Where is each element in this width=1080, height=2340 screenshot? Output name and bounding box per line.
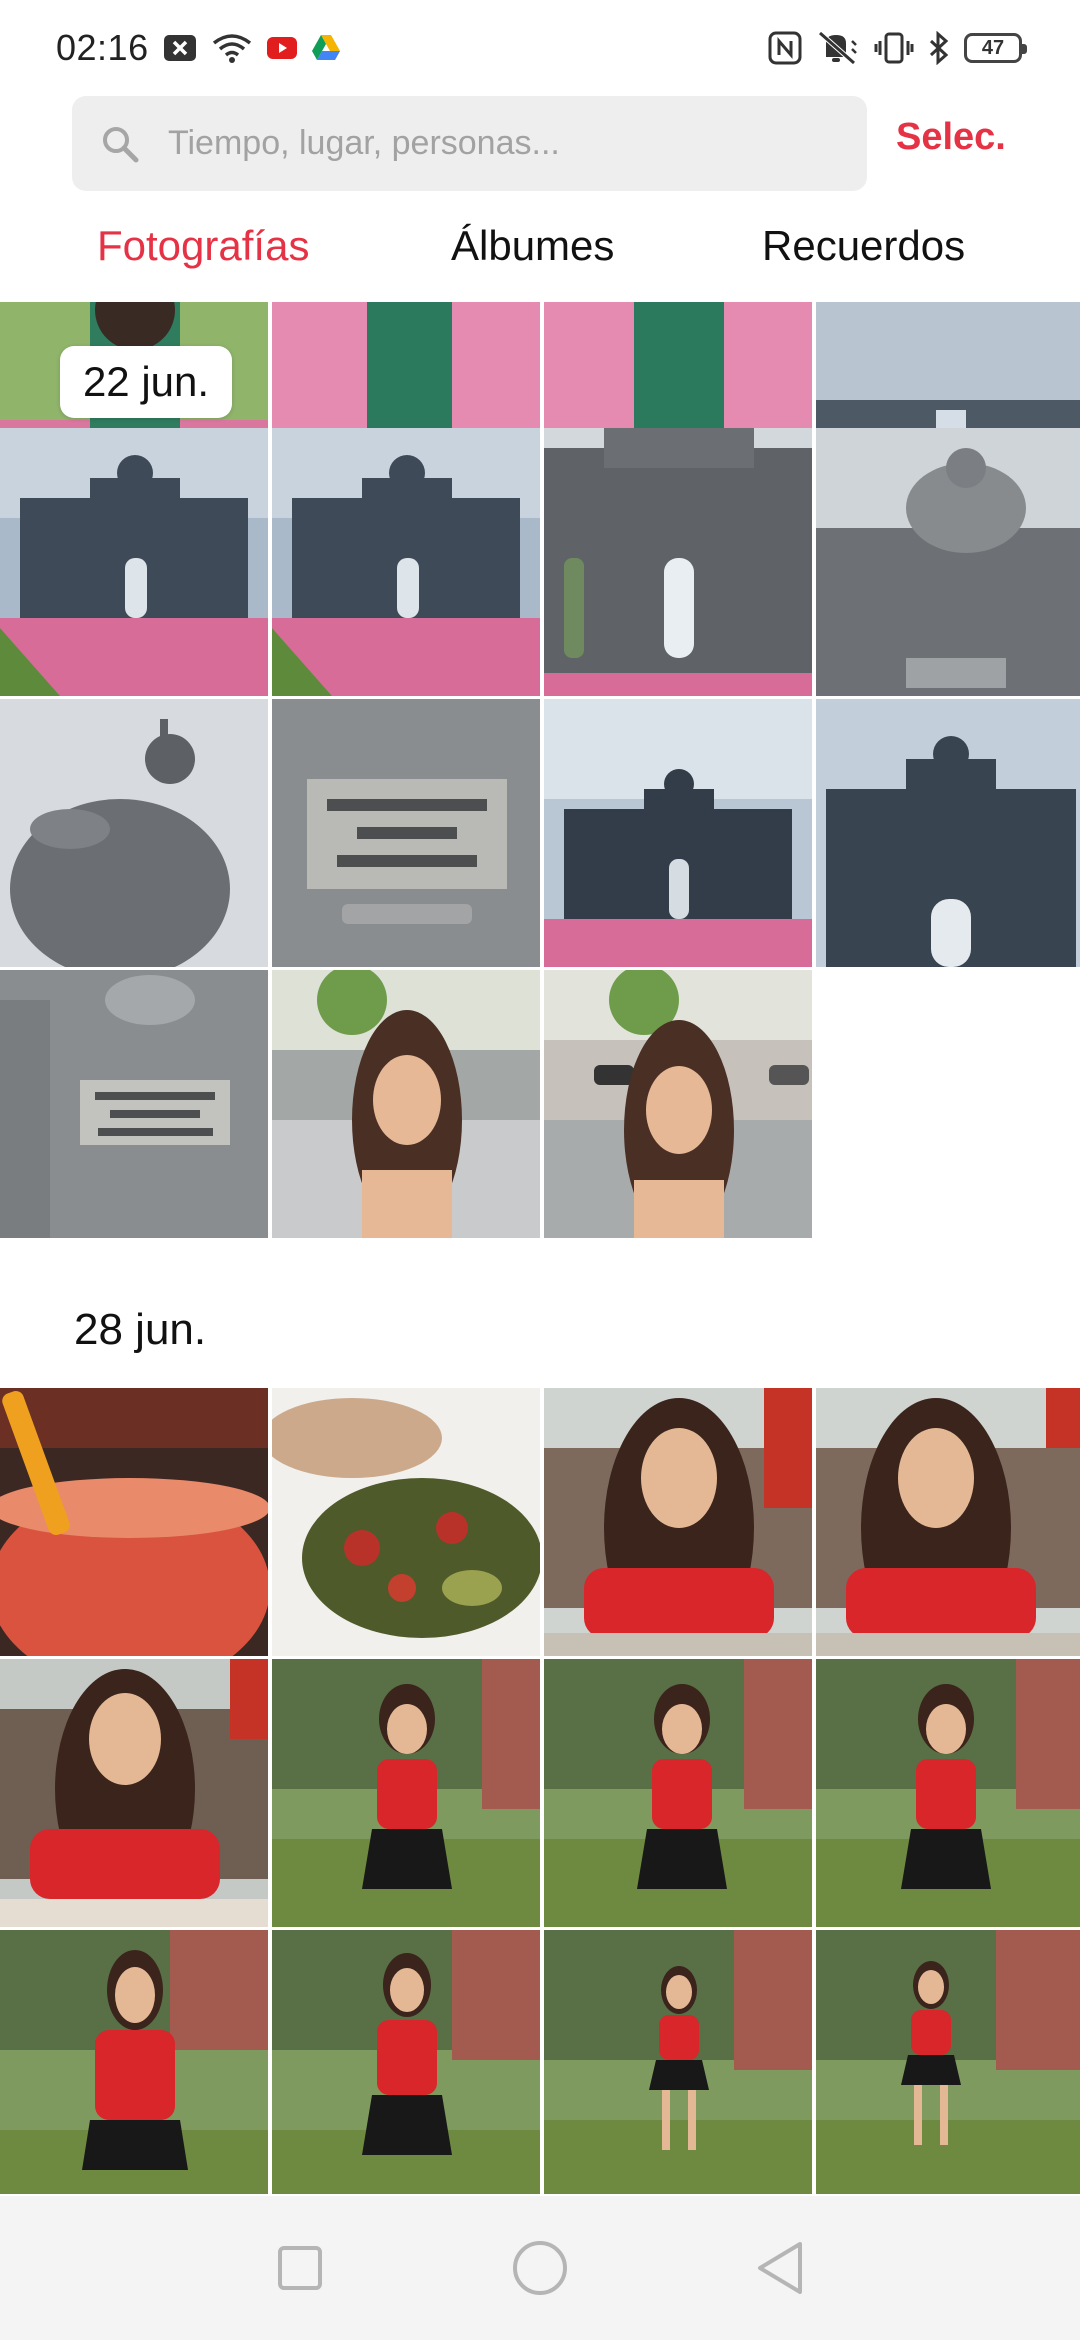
photo-thumbnail[interactable] [272, 428, 540, 696]
nfc-icon [768, 31, 802, 65]
wifi-icon [211, 32, 253, 64]
date-chip: 22 jun. [60, 346, 232, 418]
photo-thumbnail[interactable] [544, 1388, 812, 1656]
drive-icon [311, 34, 341, 62]
photo-thumbnail[interactable] [816, 428, 1080, 696]
system-nav-bar [0, 2196, 1080, 2340]
tab-albums[interactable]: Álbumes [451, 222, 614, 270]
back-button[interactable] [750, 2238, 810, 2298]
youtube-icon [266, 37, 297, 59]
status-left: 02:16 [56, 27, 341, 69]
section-date-heading: 28 jun. [74, 1305, 207, 1354]
photo-thumbnail[interactable] [544, 699, 812, 967]
photo-thumbnail[interactable] [0, 1930, 268, 2194]
tab-bar: Fotografías Álbumes Recuerdos [0, 222, 1080, 302]
photo-thumbnail[interactable] [272, 1930, 540, 2194]
photo-thumbnail[interactable] [544, 1930, 812, 2194]
photo-thumbnail[interactable] [816, 1930, 1080, 2194]
status-bar: 02:16 47 [0, 0, 1080, 96]
photo-thumbnail[interactable] [0, 699, 268, 967]
photo-thumbnail[interactable] [272, 699, 540, 967]
search-box[interactable] [72, 96, 867, 191]
photo-thumbnail[interactable] [0, 428, 268, 696]
search-icon [100, 124, 140, 164]
status-time: 02:16 [56, 27, 149, 68]
home-button[interactable] [510, 2238, 570, 2298]
photo-thumbnail[interactable] [272, 1388, 540, 1656]
search-input[interactable] [168, 124, 808, 163]
photo-thumbnail[interactable] [0, 1388, 268, 1656]
photo-thumbnail[interactable] [0, 1659, 268, 1927]
photo-grid: 22 jun. 28 jun. [0, 302, 1080, 2194]
circle-icon [513, 2241, 567, 2295]
tab-memories[interactable]: Recuerdos [762, 222, 965, 270]
vibrate-icon [874, 31, 914, 65]
photo-thumbnail[interactable] [544, 970, 812, 1238]
square-icon [278, 2246, 322, 2290]
photo-thumbnail[interactable] [544, 428, 812, 696]
photo-thumbnail[interactable] [0, 970, 268, 1238]
select-button[interactable]: Selec. [896, 116, 1006, 159]
battery-icon: 47 [964, 33, 1027, 63]
tab-photos[interactable]: Fotografías [97, 222, 309, 270]
status-right: 47 [768, 31, 1027, 65]
search-row: Selec. [0, 96, 1080, 196]
photo-thumbnail[interactable] [272, 1659, 540, 1927]
recents-button[interactable] [270, 2238, 330, 2298]
photo-thumbnail[interactable] [272, 970, 540, 1238]
photo-thumbnail[interactable] [816, 1659, 1080, 1927]
vibrate-off-icon [816, 31, 860, 65]
photos-app-screen: 02:16 47 Tiempo, lugar, personas... Sele… [0, 0, 1080, 2340]
photo-thumbnail[interactable] [544, 1659, 812, 1927]
close-box-icon [163, 33, 197, 63]
back-triangle-icon [758, 2242, 802, 2294]
photo-thumbnail[interactable] [816, 1388, 1080, 1656]
bluetooth-icon [928, 31, 950, 65]
photo-thumbnail[interactable] [816, 699, 1080, 967]
